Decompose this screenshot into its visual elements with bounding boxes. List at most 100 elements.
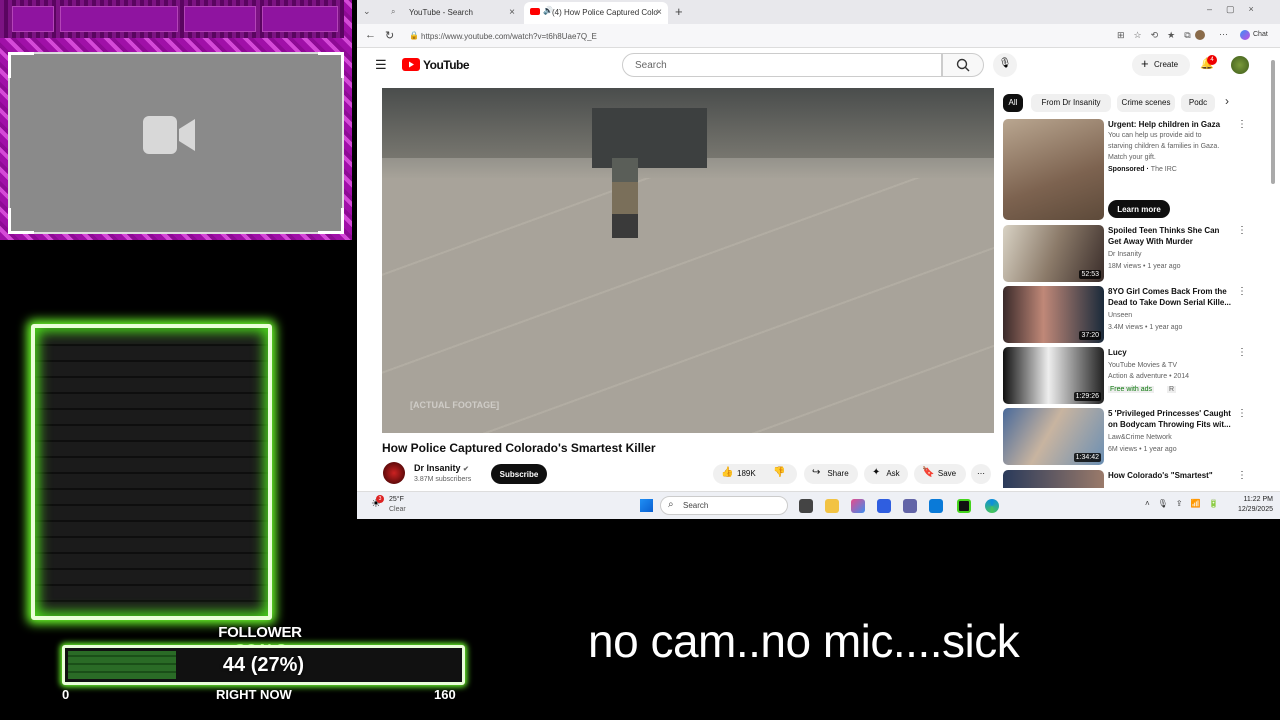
chip-crime-scenes[interactable]: Crime scenes <box>1117 94 1175 112</box>
video-title: How Colorado's "Smartest" <box>1108 471 1213 480</box>
video-thumbnail: 1:34:42 <box>1003 408 1104 465</box>
more-actions-icon[interactable]: ⋯ <box>971 464 991 484</box>
browser-toolbar-icons[interactable]: ⊞☆⟲★⧉ <box>1117 30 1200 41</box>
windows-taskbar: ☀ 3 25°F Clear ⌕ Search ˄🎙⇪📶🔋 11:22 PM 1… <box>357 491 1280 519</box>
subscribe-button[interactable]: Subscribe <box>491 464 547 484</box>
ask-button[interactable]: ✦ Ask <box>864 464 908 484</box>
duration-badge: 52:53 <box>1079 270 1101 279</box>
more-options-icon[interactable]: ⋮ <box>1237 119 1247 130</box>
close-icon[interactable]: × <box>509 7 515 18</box>
recommended-video[interactable]: How Colorado's "Smartest" ⋮ <box>1003 470 1258 488</box>
channel-name[interactable]: Dr Insanity ✔ <box>414 463 469 473</box>
address-toolbar: ← ↻ 🔒 https://www.youtube.com/watch?v=t6… <box>357 24 1280 48</box>
back-arrow-icon[interactable]: ← <box>365 29 376 41</box>
search-icon: ⌕ <box>391 7 396 16</box>
more-options-icon[interactable]: ⋮ <box>1237 470 1247 481</box>
share-button[interactable]: ↪ Share <box>804 464 858 484</box>
video-title: 5 'Privileged Princesses' Caught on Body… <box>1108 409 1231 429</box>
youtube-search-input[interactable]: Search <box>622 53 942 77</box>
webcam-top-banner <box>0 0 344 38</box>
create-label: Create <box>1154 60 1179 69</box>
profile-avatar[interactable] <box>1195 30 1205 40</box>
teams-app-icon[interactable] <box>903 499 917 513</box>
sparkle-icon: ✦ <box>872 467 881 478</box>
channel-name: YouTube Movies & TV <box>1108 362 1178 369</box>
more-options-icon[interactable]: ⋮ <box>1237 286 1247 297</box>
tab-youtube-search[interactable]: ⌕ YouTube - Search × <box>381 2 521 24</box>
weather-temp[interactable]: 25°F <box>389 496 404 503</box>
ad-line-2: starving children & families in Gaza. <box>1108 143 1220 150</box>
speaker-icon[interactable]: 🔊 <box>543 6 553 15</box>
refresh-icon[interactable]: ↻ <box>385 29 394 42</box>
address-bar[interactable]: 🔒 https://www.youtube.com/watch?v=t6h8Ua… <box>403 28 1103 44</box>
plus-icon: + <box>1141 56 1149 71</box>
task-view-icon[interactable] <box>799 499 813 513</box>
edge-browser-icon[interactable] <box>985 499 999 513</box>
video-meta: 18M views • 1 year ago <box>1108 263 1181 270</box>
duration-badge: 37:20 <box>1079 331 1101 340</box>
more-options-icon[interactable]: ⋮ <box>1237 408 1247 419</box>
recommended-video[interactable]: 37:20 8YO Girl Comes Back From the Dead … <box>1003 286 1258 344</box>
video-meta: Action & adventure • 2014 <box>1108 373 1190 380</box>
like-count[interactable]: 189K <box>737 469 756 478</box>
share-label: Share <box>827 469 849 478</box>
recommendations-rail: All From Dr Insanity Crime scenes Podc ›… <box>1003 88 1258 488</box>
copilot-chat-button[interactable]: Chat <box>1239 28 1275 43</box>
recommended-video[interactable]: 1:34:42 5 'Privileged Princesses' Caught… <box>1003 408 1258 466</box>
tab-bar: ⌄ ⌕ YouTube - Search × 🔊 (4) How Police C… <box>357 0 1280 24</box>
outlook-app-icon[interactable] <box>929 499 943 513</box>
obs-app-icon[interactable] <box>957 499 971 513</box>
subscriber-count: 3.87M subscribers <box>414 476 472 483</box>
window-controls[interactable]: –▢× <box>1207 4 1268 15</box>
more-options-icon[interactable]: ⋮ <box>1237 225 1247 236</box>
chip-all[interactable]: All <box>1003 94 1023 112</box>
video-player[interactable]: [ACTUAL FOOTAGE] <box>382 88 994 433</box>
taskbar-search-box[interactable]: ⌕ Search <box>660 496 788 515</box>
copilot-app-icon[interactable] <box>851 499 865 513</box>
weather-alert-badge: 3 <box>376 495 384 503</box>
save-button[interactable]: 🔖 Save <box>914 464 966 484</box>
search-icon: ⌕ <box>668 499 674 510</box>
account-avatar[interactable] <box>1231 56 1249 74</box>
youtube-logo-icon[interactable] <box>402 58 420 71</box>
notification-count-badge: 4 <box>1207 55 1217 65</box>
thumbs-up-icon[interactable]: 👍 <box>721 467 733 478</box>
clock-time[interactable]: 11:22 PM <box>1237 496 1273 503</box>
copilot-icon <box>1240 30 1250 40</box>
browser-window: ⌄ ⌕ YouTube - Search × 🔊 (4) How Police C… <box>357 0 1280 519</box>
recommended-video[interactable]: 1:29:26 Lucy YouTube Movies & TV Action … <box>1003 347 1258 405</box>
lock-icon: 🔒 <box>409 31 419 40</box>
chevron-right-icon[interactable]: › <box>1225 94 1229 108</box>
stream-caption: no cam..no mic....sick <box>588 615 1020 667</box>
word-app-icon[interactable] <box>877 499 891 513</box>
tab-list-chevron-icon[interactable]: ⌄ <box>363 6 371 17</box>
search-button[interactable] <box>942 53 984 77</box>
tab-current-video[interactable]: 🔊 (4) How Police Captured Colo × <box>524 2 668 24</box>
learn-more-button[interactable]: Learn more <box>1108 200 1170 218</box>
ad-sponsored-label: Sponsored · The IRC <box>1108 166 1177 173</box>
hamburger-menu-icon[interactable]: ☰ <box>375 57 387 73</box>
youtube-logo-text: YouTube <box>423 58 470 72</box>
ad-thumbnail <box>1003 119 1104 220</box>
more-options-icon[interactable]: ⋮ <box>1237 347 1247 358</box>
windows-start-icon[interactable] <box>640 499 653 512</box>
weather-desc: Clear <box>389 506 406 513</box>
create-button[interactable]: + Create <box>1132 54 1190 76</box>
channel-avatar[interactable] <box>383 462 405 484</box>
file-explorer-icon[interactable] <box>825 499 839 513</box>
chip-from-channel[interactable]: From Dr Insanity <box>1031 94 1111 112</box>
youtube-favicon-icon <box>530 8 540 15</box>
tab-label: (4) How Police Captured Colo <box>552 8 658 17</box>
recommended-video[interactable]: 52:53 Spoiled Teen Thinks She Can Get Aw… <box>1003 225 1258 283</box>
close-icon[interactable]: × <box>656 7 662 18</box>
free-with-ads-badge: Free with ads <box>1108 386 1155 393</box>
thumbs-down-icon[interactable]: 👎 <box>773 467 785 478</box>
sponsored-ad[interactable]: Urgent: Help children in Gaza You can he… <box>1003 119 1258 221</box>
new-tab-button[interactable]: + <box>675 4 683 19</box>
system-tray-icons[interactable]: ˄🎙⇪📶🔋 <box>1145 499 1226 508</box>
bookmark-icon: 🔖 <box>922 467 935 478</box>
more-menu-icon[interactable]: ⋯ <box>1219 29 1228 40</box>
chip-podcasts[interactable]: Podc <box>1181 94 1215 112</box>
voice-search-mic-icon[interactable]: 🎙 <box>993 53 1017 77</box>
page-scrollbar[interactable] <box>1271 60 1275 184</box>
